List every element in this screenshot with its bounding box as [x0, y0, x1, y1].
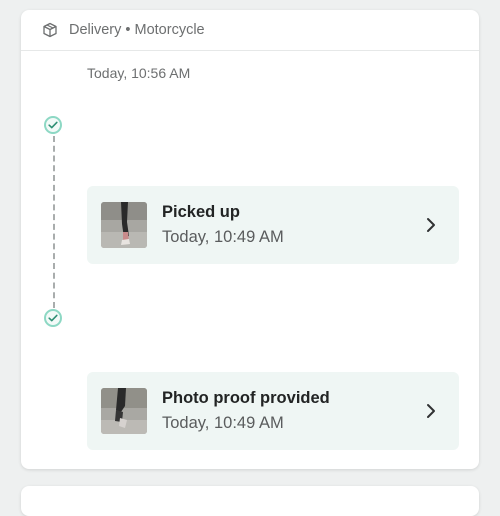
event-photo-thumbnail[interactable]: [101, 388, 147, 434]
delivery-title: Delivery • Motorcycle: [69, 22, 205, 38]
chevron-right-icon[interactable]: [425, 403, 437, 419]
package-icon: [42, 22, 58, 38]
event-time: Today, 10:49 AM: [162, 228, 284, 246]
timeline-check-icon: [44, 116, 62, 134]
card-header: Delivery • Motorcycle: [21, 10, 479, 51]
event-time: Today, 10:49 AM: [162, 414, 284, 432]
timeline-connector: [53, 136, 55, 308]
latest-timestamp: Today, 10:56 AM: [87, 65, 191, 81]
event-title: Photo proof provided: [162, 389, 330, 407]
event-picked-up[interactable]: Picked up Today, 10:49 AM: [87, 186, 459, 264]
event-photo-proof[interactable]: Photo proof provided Today, 10:49 AM: [87, 372, 459, 450]
event-title: Picked up: [162, 203, 240, 221]
timeline-check-icon: [44, 309, 62, 327]
event-photo-thumbnail[interactable]: [101, 202, 147, 248]
delivery-card: Delivery • Motorcycle Today, 10:56 AM Pi…: [21, 10, 479, 469]
next-card: [21, 486, 479, 516]
chevron-right-icon[interactable]: [425, 217, 437, 233]
